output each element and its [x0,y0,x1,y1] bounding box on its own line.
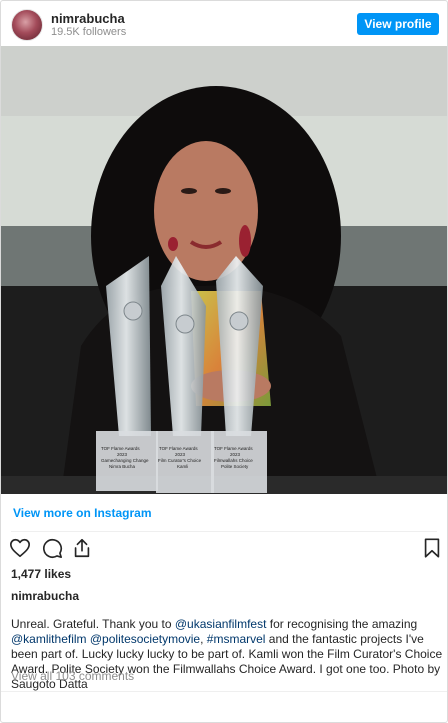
share-icon[interactable] [71,537,93,559]
divider [11,531,437,532]
trophy-3-line2: 2023 [230,452,241,457]
post-header: nimrabucha 19.5K followers View profile [1,1,447,45]
face [154,141,258,281]
follower-count: 19.5K followers [51,26,127,38]
view-comments-link[interactable]: View all 103 comments [11,669,134,683]
divider [1,691,447,692]
earring-left [168,237,178,251]
heart-icon[interactable] [9,537,31,559]
eye-right [215,188,231,194]
caption-mention[interactable]: @politesocietymovie [90,632,200,646]
trophy-2-line1: TOF Flame Awards [159,446,198,451]
trophy-2-line4: Kamli [177,464,188,469]
photo-illustration: TOF Flame Awards 2023 Gamechanging Chang… [1,46,447,494]
view-profile-button[interactable]: View profile [357,13,439,35]
trophy-2-line2: 2023 [175,452,186,457]
caption-mention[interactable]: @kamlithefilm [11,632,87,646]
caption-text: for recognising the amazing [266,617,418,631]
caption-mention[interactable]: @ukasianfilmfest [175,617,267,631]
trophy-2-line3: Film Curator's Choice [158,458,202,463]
bookmark-icon[interactable] [421,537,443,559]
trophy-3-line3: Filmwallahs Choice [214,458,253,463]
trophy-1-line4: Nimra Bucha [109,464,136,469]
view-more-link[interactable]: View more on Instagram [13,506,152,520]
action-bar [9,537,441,559]
trophy-1-line3: Gamechanging Change [101,458,149,463]
caption-text: Unreal. Grateful. Thank you to [11,617,175,631]
post-photo[interactable]: TOF Flame Awards 2023 Gamechanging Chang… [1,46,447,494]
trophy-3-line1: TOF Flame Awards [214,446,253,451]
like-count[interactable]: 1,477 likes [11,567,71,581]
caption-text: , [200,632,207,646]
caption-username[interactable]: nimrabucha [11,589,79,603]
caption-hashtag[interactable]: #msmarvel [207,632,266,646]
trophy-3-line4: Polite Society [221,464,249,469]
earring-right [239,225,251,257]
eye-left [181,188,197,194]
username[interactable]: nimrabucha [51,11,125,26]
trophy-1-line2: 2023 [117,452,128,457]
avatar[interactable] [11,9,43,41]
comment-icon[interactable] [41,537,63,559]
instagram-embed-card: nimrabucha 19.5K followers View profile [0,0,448,723]
trophy-1-line1: TOF Flame Awards [101,446,140,451]
